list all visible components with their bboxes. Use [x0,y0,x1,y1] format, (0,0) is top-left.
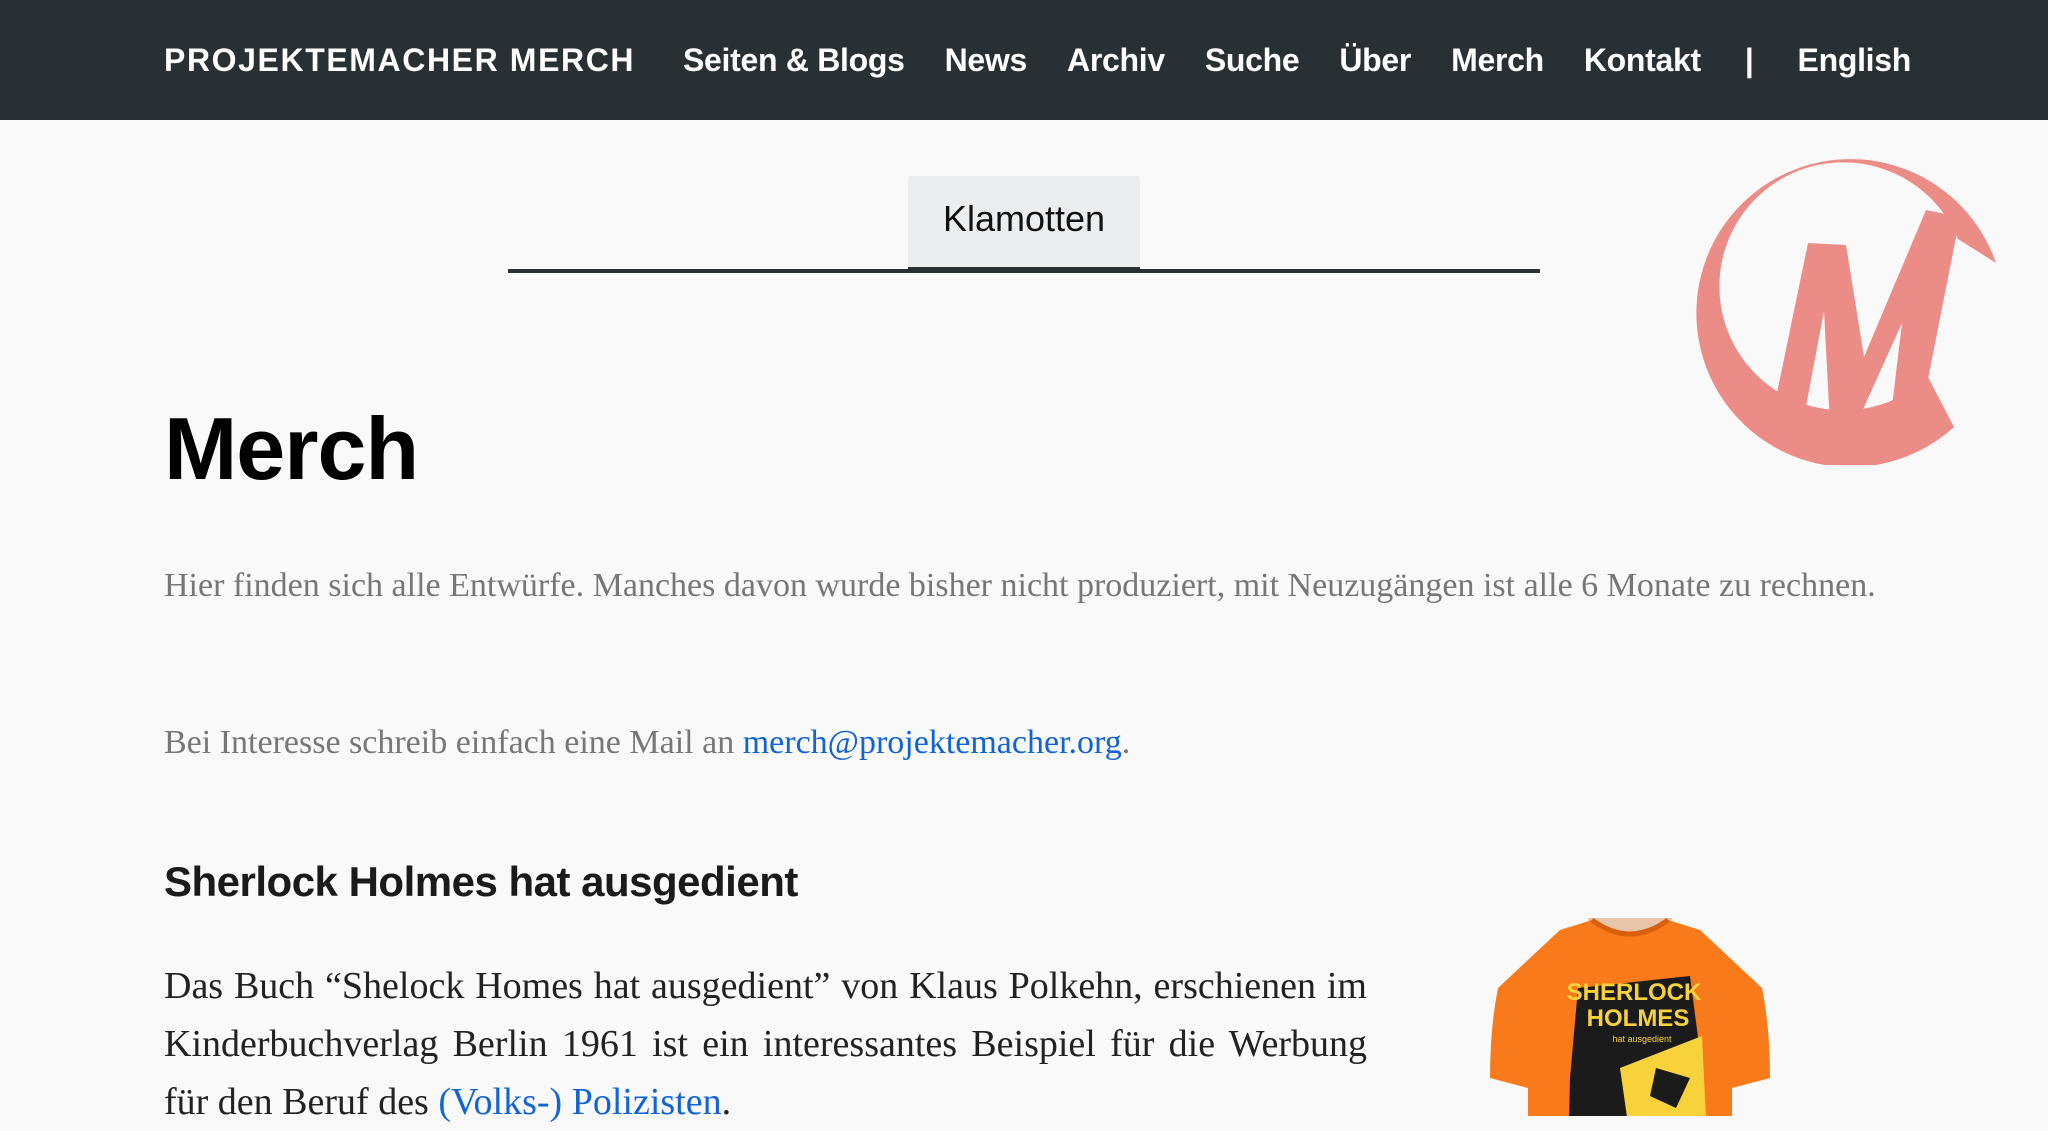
nav-item-seiten-blogs[interactable]: Seiten & Blogs [683,42,905,79]
top-navigation-bar: PROJEKTEMACHER MERCH Seiten & Blogs News… [0,0,2048,120]
contact-email-link[interactable]: merch@projektemacher.org [743,724,1122,761]
contact-suffix: . [1121,724,1131,761]
sherlock-holmes-shirt-image[interactable]: SHERLOCK HOLMES hat ausgedient [1470,918,1790,1116]
tab-klamotten[interactable]: Klamotten [908,176,1140,273]
site-brand-link[interactable]: PROJEKTEMACHER MERCH [164,0,635,120]
section-heading-sherlock: Sherlock Holmes hat ausgedient [164,858,798,905]
shirt-print-line-3: hat ausgedient [1612,1034,1672,1044]
shirt-print-line-2: HOLMES [1587,1005,1690,1032]
description-end: . [721,1081,732,1123]
section-description: Das Buch “Shelock Homes hat ausgedient” … [164,957,1367,1131]
nav-separator: | [1744,41,1754,78]
contact-paragraph: Bei Interesse schreib einfach eine Mail … [164,714,1884,772]
language-switch-english[interactable]: English [1798,42,1912,79]
projektemacher-logo [1696,159,1996,465]
main-nav: Seiten & Blogs News Archiv Suche Über Me… [683,0,1951,120]
page-title: Merch [164,399,419,498]
description-text: Das Buch “Shelock Homes hat ausgedient” … [164,965,1367,1123]
nav-item-archiv[interactable]: Archiv [1067,42,1165,79]
tshirt-graphic: SHERLOCK HOLMES hat ausgedient [1490,918,1770,1116]
nav-item-suche[interactable]: Suche [1205,42,1300,79]
nav-item-merch[interactable]: Merch [1451,42,1544,79]
intro-paragraph: Hier finden sich alle Entwürfe. Manches … [164,567,1876,604]
contact-prefix: Bei Interesse schreib einfach eine Mail … [164,724,743,761]
nav-item-ueber[interactable]: Über [1339,42,1411,79]
nav-item-news[interactable]: News [945,42,1028,79]
volks-polizisten-link[interactable]: (Volks-) Polizisten [438,1081,721,1123]
nav-item-kontakt[interactable]: Kontakt [1584,42,1701,79]
shirt-print-line-1: SHERLOCK [1567,979,1702,1006]
